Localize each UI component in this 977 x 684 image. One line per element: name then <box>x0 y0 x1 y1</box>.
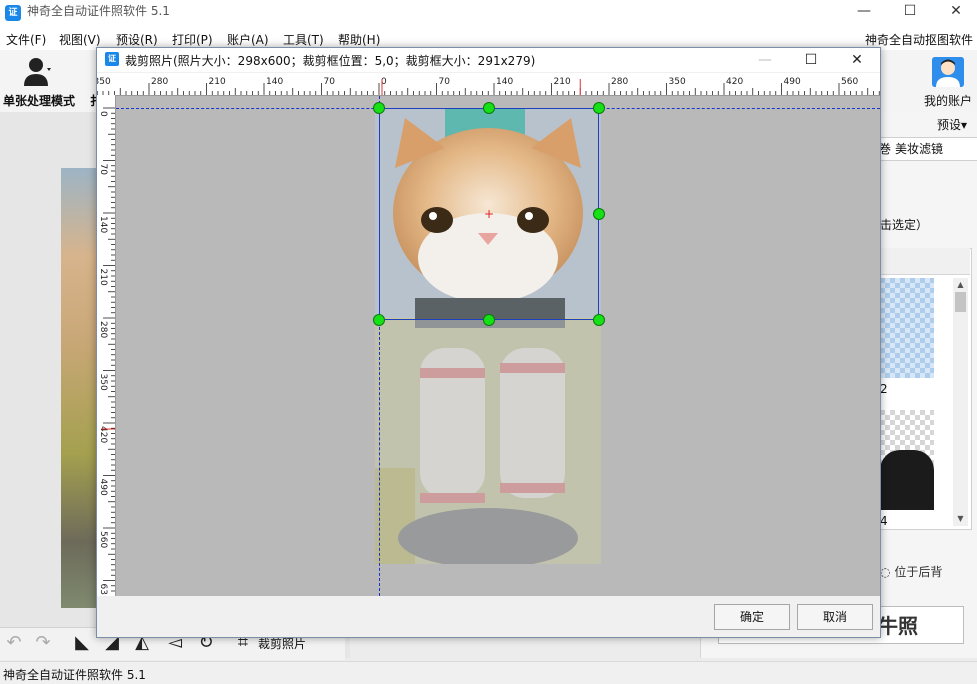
place-behind-label: 位于后背 <box>894 565 943 579</box>
background-thumbnail[interactable] <box>880 278 934 378</box>
thumbnail-scrollbar[interactable] <box>953 278 968 526</box>
dialog-logo-icon: 证 <box>105 52 119 66</box>
crop-handle-bottom-right[interactable] <box>593 314 605 326</box>
minimize-button[interactable]: — <box>841 0 887 22</box>
single-mode-button[interactable]: 单张处理模式 <box>3 92 75 109</box>
radio-icon: ◌ <box>880 565 891 579</box>
rotate-left-icon[interactable]: ◣ <box>72 633 92 653</box>
menu-preset[interactable]: 预设(R) <box>116 32 158 48</box>
ruler-label: 420 <box>726 77 743 87</box>
ruler-label: 350 <box>669 77 686 87</box>
select-hint-text: 击选定） <box>880 218 929 232</box>
account-avatar-icon[interactable] <box>932 57 964 87</box>
ruler-label: 0 <box>98 111 108 117</box>
menu-account[interactable]: 账户(A) <box>227 32 269 48</box>
auto-matting-link[interactable]: 神奇全自动抠图软件 <box>865 32 973 48</box>
crop-handle-bottom-left[interactable] <box>373 314 385 326</box>
ruler-vertical: 07014021028035042049056063 <box>97 95 116 596</box>
chevron-up-icon[interactable]: ▲ <box>953 280 968 290</box>
crop-handle-top[interactable] <box>483 102 495 114</box>
ruler-label: 350 <box>97 77 111 87</box>
redo-icon[interactable]: ↷ <box>33 633 53 653</box>
ruler-label: 70 <box>439 77 451 87</box>
preview-photo <box>61 168 97 608</box>
dialog-maximize-button[interactable]: ☐ <box>788 49 834 71</box>
dialog-title: 裁剪照片(照片大小：298x600；裁剪框位置：5,0；裁剪框大小：291x27… <box>125 54 536 68</box>
status-text: 神奇全自动证件照软件 5.1 <box>3 668 146 682</box>
preset-dropdown[interactable]: 预设▾ <box>937 116 967 133</box>
crop-outside-overlay <box>375 320 601 564</box>
status-bar <box>0 661 977 684</box>
ruler-label: 140 <box>98 216 108 233</box>
crosshair-icon: + <box>484 207 495 221</box>
ruler-label: 280 <box>611 77 628 87</box>
ruler-label: 70 <box>324 77 336 87</box>
dialog-minimize-button[interactable]: — <box>742 49 788 71</box>
ruler-label: 210 <box>554 77 571 87</box>
ruler-label: 490 <box>784 77 801 87</box>
chevron-down-icon[interactable]: ▼ <box>953 514 968 524</box>
make-id-photo-label: 牛照 <box>878 614 918 638</box>
cancel-button[interactable]: 取消 <box>797 604 873 630</box>
ok-button[interactable]: 确定 <box>714 604 790 630</box>
menu-file[interactable]: 文件(F) <box>6 32 46 48</box>
ruler-label: 490 <box>98 479 108 496</box>
crop-handle-top-left[interactable] <box>373 102 385 114</box>
crop-handle-top-right[interactable] <box>593 102 605 114</box>
crop-handle-right[interactable] <box>593 208 605 220</box>
scrollbar-thumb[interactable] <box>955 292 966 312</box>
ruler-label: 560 <box>98 531 108 548</box>
close-button[interactable]: ✕ <box>933 0 977 22</box>
ruler-label: 63 <box>98 584 108 595</box>
thumbnail-label: 4 <box>880 514 888 528</box>
ruler-label: 140 <box>266 77 283 87</box>
menu-view[interactable]: 视图(V) <box>59 32 101 48</box>
menu-help[interactable]: 帮助(H) <box>338 32 380 48</box>
ruler-label: 280 <box>98 321 108 338</box>
ruler-label: 210 <box>209 77 226 87</box>
place-behind-option[interactable]: ◌ 位于后背 <box>880 563 942 580</box>
dialog-close-button[interactable]: ✕ <box>834 49 880 71</box>
app-title: 神奇全自动证件照软件 5.1 <box>27 4 170 18</box>
app-logo-icon: 证 <box>5 5 21 21</box>
person-icon[interactable] <box>23 57 51 87</box>
chevron-down-icon: ▾ <box>961 118 968 132</box>
ruler-label: 70 <box>98 164 108 176</box>
thumbnail-label: 2 <box>880 382 888 396</box>
thumbnail-list-header <box>880 248 970 275</box>
suit-image <box>880 450 934 510</box>
maximize-button[interactable]: ☐ <box>887 0 933 22</box>
crop-handle-bottom[interactable] <box>483 314 495 326</box>
undo-icon[interactable]: ↶ <box>4 633 24 653</box>
preset-label: 预设 <box>937 118 962 132</box>
ruler-label: 560 <box>841 77 858 87</box>
menu-tools[interactable]: 工具(T) <box>283 32 324 48</box>
ruler-horizontal: 3502802101407007014021028035042049056063… <box>97 73 880 96</box>
ruler-label: 210 <box>98 269 108 286</box>
menu-print[interactable]: 打印(P) <box>172 32 213 48</box>
ruler-label: 350 <box>98 374 108 391</box>
tab-beauty-filter-label: 美妆滤镜 <box>895 142 944 156</box>
ruler-label: 140 <box>496 77 513 87</box>
my-account-button[interactable]: 我的账户 <box>924 92 972 109</box>
ruler-label: 280 <box>151 77 168 87</box>
